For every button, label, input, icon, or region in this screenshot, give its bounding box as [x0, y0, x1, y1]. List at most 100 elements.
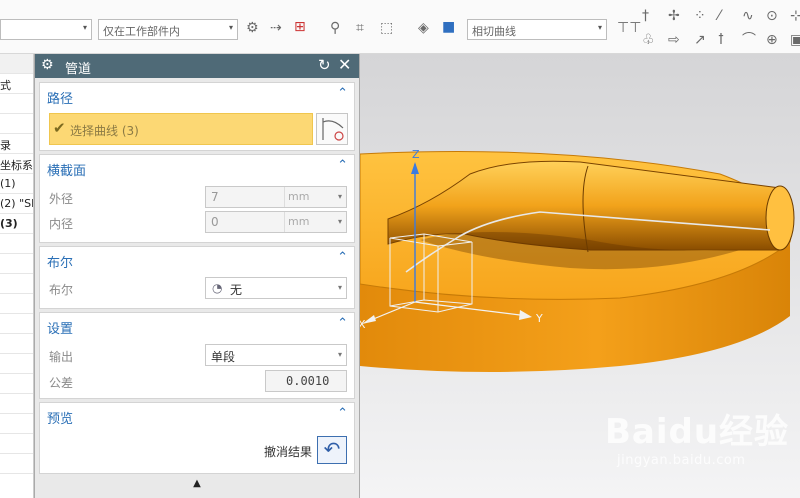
navigator-row[interactable] [0, 254, 33, 274]
dropdown-arrow-icon[interactable]: ▾ [338, 283, 342, 292]
navigator-row[interactable] [0, 114, 33, 134]
line-icon[interactable]: ⁄ [718, 8, 720, 24]
more-options-toggle[interactable]: ▲ [39, 478, 355, 492]
navigator-row[interactable] [0, 414, 33, 434]
navigator-row[interactable] [0, 294, 33, 314]
dropdown-arrow-icon[interactable]: ▾ [338, 217, 342, 226]
navigator-row[interactable] [0, 274, 33, 294]
spline-icon[interactable]: ∿ [742, 8, 754, 24]
undo-result-button[interactable]: ↶ [317, 436, 347, 464]
field-separator [284, 212, 285, 232]
axis-y-label: Y [535, 312, 543, 325]
outer-diameter-field[interactable]: 7 mm ▾ [205, 186, 347, 208]
field-separator [284, 187, 285, 207]
boolean-group-title[interactable]: 布尔 [47, 252, 73, 271]
curve-rule-value: 相切曲线 [472, 25, 516, 38]
outer-diameter-value: 7 [211, 190, 219, 204]
arc-icon[interactable]: ⌒ [742, 32, 756, 48]
dropdown-arrow-icon[interactable]: ▾ [338, 192, 342, 201]
settings-gear-icon[interactable]: ⚙ [41, 57, 54, 73]
navigator-row[interactable] [0, 434, 33, 454]
output-value: 单段 [211, 350, 236, 364]
filter-arrow-icon[interactable]: ⇢ [270, 20, 282, 36]
cross-section-group: 横截面 ⌃ 外径 7 mm ▾ 内径 0 mm ▾ [39, 154, 355, 243]
navigator-row[interactable] [0, 334, 33, 354]
body-select-icon[interactable]: ◈ [418, 20, 429, 36]
baidu-watermark: Baidu经验 jingyan.baidu.com [605, 404, 789, 468]
collapse-caret-icon[interactable]: ⌃ [337, 316, 348, 331]
navigator-row[interactable] [0, 374, 33, 394]
type-filter-combo[interactable]: ▾ [0, 19, 92, 40]
tolerance-value: 0.0010 [286, 374, 330, 388]
select-feature-icon[interactable]: ⊞ [294, 19, 306, 35]
extend-icon[interactable]: ⊹ [790, 8, 800, 24]
collapse-caret-icon[interactable]: ⌃ [337, 86, 348, 101]
cross-section-group-title[interactable]: 横截面 [47, 160, 86, 179]
navigator-row[interactable] [0, 314, 33, 334]
midpoint-icon[interactable]: ♧ [642, 32, 655, 48]
selection-scope-combo[interactable]: 仅在工作部件内 ▾ [98, 19, 238, 40]
curve-rule-combo[interactable]: 相切曲线 ▾ [467, 19, 607, 40]
undo-icon: ↶ [323, 437, 341, 461]
vector-icon[interactable]: ↗ [694, 32, 706, 48]
navigator-row[interactable]: 坐标系 [0, 154, 33, 174]
navigator-row[interactable] [0, 54, 33, 74]
inner-diameter-field[interactable]: 0 mm ▾ [205, 211, 347, 233]
grid-points-icon[interactable]: ⁘ [694, 8, 706, 24]
tolerance-label: 公差 [49, 376, 74, 390]
navigator-row[interactable]: 录 [0, 134, 33, 154]
pipe-end-cap [765, 185, 795, 251]
settings-group: 设置 ⌃ 输出 单段 ▾ 公差 0.0010 [39, 312, 355, 399]
curve-icon [322, 118, 344, 141]
axis-z-label: Z [412, 148, 420, 161]
navigator-row[interactable] [0, 94, 33, 114]
collapse-caret-icon[interactable]: ⌃ [337, 158, 348, 173]
solid-body-icon[interactable]: ■ [442, 19, 455, 35]
snap-icon[interactable]: ⚙ [246, 20, 259, 36]
navigator-row[interactable] [0, 234, 33, 254]
curve-snap-icon[interactable]: ⌗ [356, 20, 364, 36]
preview-group-title[interactable]: 预览 [47, 408, 73, 427]
outer-diameter-label: 外径 [49, 192, 74, 206]
navigator-row[interactable] [0, 454, 33, 474]
close-icon[interactable]: ✕ [338, 55, 351, 74]
select-curve-label: 选择曲线 (3) [70, 124, 139, 138]
reset-icon[interactable]: ↻ [318, 56, 331, 74]
bend-curve-icon[interactable]: ꝉ [718, 32, 724, 48]
navigator-row[interactable]: 式 [0, 74, 33, 94]
check-icon: ✔ [53, 119, 66, 137]
rectangle-select-icon[interactable]: ⬚ [380, 20, 393, 36]
circle-icon[interactable]: ⊙ [766, 8, 778, 24]
curve-select-button[interactable] [316, 113, 348, 145]
undo-result-label: 撤消结果 [264, 445, 313, 459]
navigator-row[interactable]: (1) [0, 174, 33, 194]
navigator-row[interactable] [0, 394, 33, 414]
boolean-select[interactable]: ◔ 无 ▾ [205, 277, 347, 299]
output-select[interactable]: 单段 ▾ [205, 344, 347, 366]
inner-diameter-unit: mm [288, 215, 310, 228]
watermark-url: jingyan.baidu.com [617, 453, 746, 468]
navigator-row[interactable]: (2) "SH [0, 194, 33, 214]
quadrant-point-icon[interactable]: ⊕ [766, 32, 778, 48]
dropdown-arrow-icon[interactable]: ▾ [338, 350, 342, 359]
collapse-caret-icon[interactable]: ⌃ [337, 406, 348, 421]
inferred-point-icon[interactable]: † [642, 8, 649, 24]
boolean-label: 布尔 [49, 283, 74, 297]
collapse-caret-icon[interactable]: ⌃ [337, 250, 348, 265]
boolean-none-icon: ◔ [212, 281, 223, 295]
part-navigator: 式录坐标系(1)(2) "SH(3) [0, 54, 34, 498]
navigator-row[interactable] [0, 354, 33, 374]
path-group-title[interactable]: 路径 [47, 88, 73, 107]
dialog-title-bar[interactable]: ⚙ 管道 ↻ ✕ [35, 54, 359, 78]
arrow-point-icon[interactable]: ⇨ [668, 32, 680, 48]
tolerance-field[interactable]: 0.0010 [265, 370, 347, 392]
stop-at-intersection-icon[interactable]: ⊤⊤ [617, 20, 641, 36]
graphics-viewport[interactable]: Z Y X Baidu经验 jingyan.baidu.com [360, 54, 800, 498]
preview-group: 预览 ⌃ 撤消结果 ↶ [39, 402, 355, 474]
settings-group-title[interactable]: 设置 [47, 318, 73, 337]
select-curve-bar[interactable]: ✔ 选择曲线 (3) [49, 113, 313, 145]
more-points-icon[interactable]: ▣ [790, 32, 800, 48]
point-snap-icon[interactable]: ⚲ [330, 20, 340, 36]
point-on-curve-icon[interactable]: ✢ [668, 8, 680, 24]
navigator-row[interactable]: (3) [0, 214, 33, 234]
